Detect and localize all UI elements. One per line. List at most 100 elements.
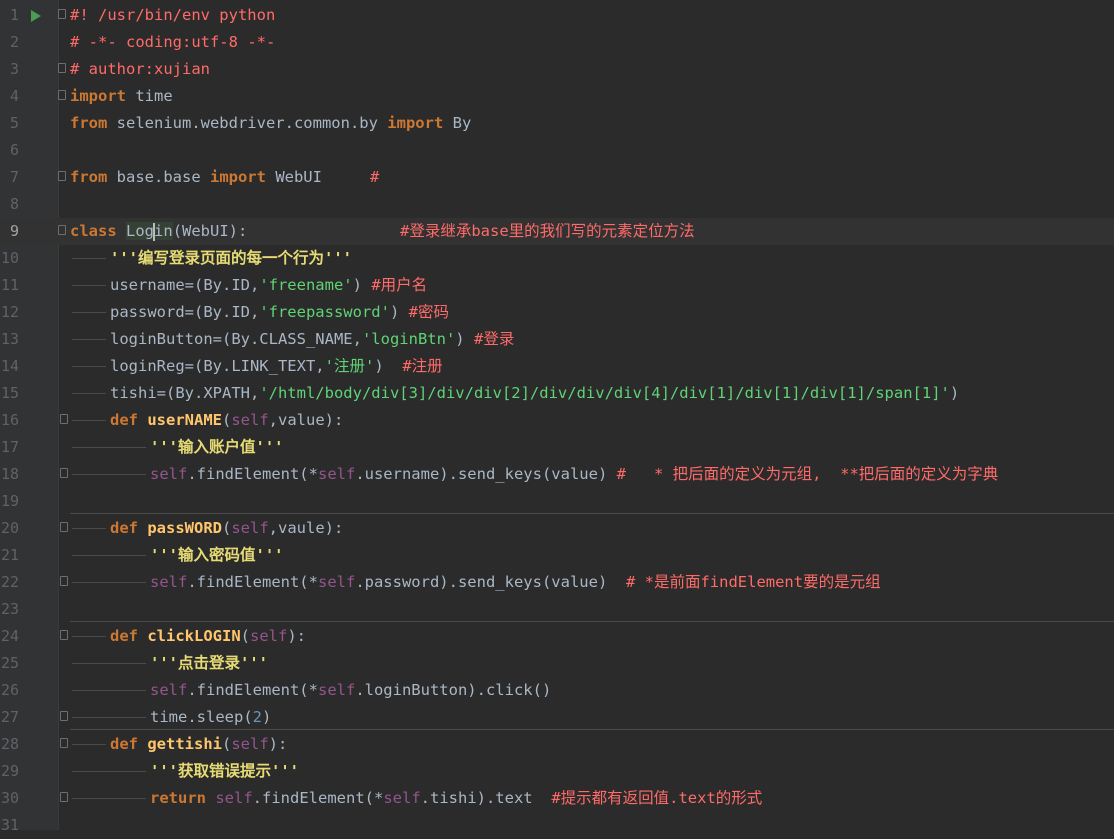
code-line-30[interactable]: 30 return self.findElement(*self.tishi).… — [0, 785, 1114, 812]
code-line-15[interactable]: 15 tishi=(By.XPATH,'/html/body/div[3]/di… — [0, 380, 1114, 407]
code-line-17[interactable]: 17 '''输入账户值''' — [0, 434, 1114, 461]
code-text: ( — [240, 627, 251, 645]
line-number: 30 — [0, 789, 19, 807]
indent-guide — [72, 528, 106, 529]
code-line-1[interactable]: 1 #! /usr/bin/env python — [0, 2, 1114, 29]
code-line-20[interactable]: 20 def passWORD(self,vaule): — [0, 515, 1114, 542]
function-name: passWORD — [147, 519, 222, 537]
code-line-27[interactable]: 27 time.sleep(2) — [0, 704, 1114, 731]
code-line-23[interactable]: 23 — [0, 596, 1114, 623]
code-line-29[interactable]: 29 '''获取错误提示''' — [0, 758, 1114, 785]
line-number: 28 — [0, 735, 19, 753]
code-text: (WebUI): — [172, 222, 248, 240]
code-text: ,vaule): — [268, 519, 344, 537]
code-text: tishi=(By.XPATH, — [110, 384, 260, 402]
code-text: ) — [389, 303, 400, 321]
code-comment: #登录继承base里的我们写的元素定位方法 — [400, 222, 695, 240]
code-line-2[interactable]: 2 # -*- coding:utf-8 -*- — [0, 29, 1114, 56]
code-line-26[interactable]: 26 self.findElement(*self.loginButton).c… — [0, 677, 1114, 704]
code-text: # -*- coding:utf-8 -*- — [70, 33, 276, 51]
code-text: time.sleep( — [150, 708, 253, 726]
code-line-13[interactable]: 13 loginButton=(By.CLASS_NAME,'loginBtn'… — [0, 326, 1114, 353]
code-line-14[interactable]: 14 loginReg=(By.LINK_TEXT,'注册') #注册 — [0, 353, 1114, 380]
self-keyword: self — [215, 789, 253, 807]
code-line-21[interactable]: 21 '''输入密码值''' — [0, 542, 1114, 569]
code-text: ) — [352, 276, 362, 294]
line-number: 16 — [0, 411, 19, 429]
fold-marker-icon[interactable] — [58, 171, 66, 181]
self-keyword: self — [250, 627, 288, 645]
fold-marker-icon[interactable] — [60, 792, 68, 802]
code-text: .loginButton).click() — [355, 681, 552, 699]
docstring: '''输入账户值''' — [150, 438, 284, 456]
code-text: ) — [374, 357, 384, 375]
fold-marker-icon[interactable] — [60, 630, 68, 640]
keyword: import — [209, 168, 266, 186]
line-number: 9 — [9, 222, 19, 240]
docstring: '''编写登录页面的每一个行为''' — [110, 249, 352, 267]
indent-guide — [72, 339, 106, 340]
line-number: 11 — [0, 276, 19, 294]
fold-marker-icon[interactable] — [60, 468, 68, 478]
code-line-4[interactable]: 4 import time — [0, 83, 1114, 110]
code-editor[interactable]: 1 #! /usr/bin/env python 2 # -*- coding:… — [0, 0, 1114, 834]
fold-marker-icon[interactable] — [58, 9, 66, 19]
docstring: '''输入密码值''' — [150, 546, 284, 564]
code-comment: #用户名 — [371, 276, 428, 294]
code-text: loginReg=(By.LINK_TEXT, — [110, 357, 325, 375]
line-number: 21 — [0, 546, 19, 564]
code-line-16[interactable]: 16 def userNAME(self,value): — [0, 407, 1114, 434]
line-number: 14 — [0, 357, 19, 375]
fold-marker-icon[interactable] — [60, 711, 68, 721]
code-text: .findElement(* — [252, 789, 384, 807]
code-text: ( — [222, 411, 232, 429]
line-number: 26 — [0, 681, 19, 699]
code-line-3[interactable]: 3 # author:xujian — [0, 56, 1114, 83]
code-line-19[interactable]: 19 — [0, 488, 1114, 515]
code-line-22[interactable]: 22 self.findElement(*self.password).send… — [0, 569, 1114, 596]
indent-guide — [72, 285, 106, 286]
fold-marker-icon[interactable] — [60, 738, 68, 748]
keyword: def — [110, 735, 138, 753]
indent-guide — [72, 555, 146, 556]
indent-guide — [72, 690, 146, 691]
fold-marker-icon[interactable] — [58, 90, 66, 100]
code-line-9[interactable]: 9 class Login(WebUI): #登录继承base里的我们写的元素定… — [0, 218, 1114, 245]
code-line-24[interactable]: 24 def clickLOGIN(self): — [0, 623, 1114, 650]
fold-marker-icon[interactable] — [58, 225, 66, 235]
line-number: 8 — [9, 195, 19, 213]
fold-marker-icon[interactable] — [60, 576, 68, 586]
code-line-25[interactable]: 25 '''点击登录''' — [0, 650, 1114, 677]
line-number: 27 — [0, 708, 19, 726]
keyword: import — [387, 114, 444, 132]
indent-guide — [72, 447, 146, 448]
function-name: gettishi — [147, 735, 222, 753]
code-line-12[interactable]: 12 password=(By.ID,'freepassword') #密码 — [0, 299, 1114, 326]
fold-marker-icon[interactable] — [58, 63, 66, 73]
line-number: 5 — [9, 114, 19, 132]
code-line-28[interactable]: 28 def gettishi(self): — [0, 731, 1114, 758]
code-line-10[interactable]: 10 '''编写登录页面的每一个行为''' — [0, 245, 1114, 272]
code-line-18[interactable]: 18 self.findElement(*self.username).send… — [0, 461, 1114, 488]
string-literal: 'freepassword' — [259, 303, 390, 321]
indent-guide — [72, 717, 146, 718]
code-line-11[interactable]: 11 username=(By.ID,'freename') #用户名 — [0, 272, 1114, 299]
line-number: 13 — [0, 330, 19, 348]
run-icon[interactable] — [31, 10, 41, 22]
fold-marker-icon[interactable] — [60, 522, 68, 532]
keyword: from — [70, 114, 108, 132]
code-line-6[interactable]: 6 — [0, 137, 1114, 164]
code-line-7[interactable]: 7 from base.base import WebUI # — [0, 164, 1114, 191]
number-literal: 2 — [252, 708, 262, 726]
code-text: .findElement(* — [187, 465, 318, 483]
string-literal: 'freename' — [259, 276, 353, 294]
keyword: def — [110, 519, 138, 537]
docstring: '''获取错误提示''' — [150, 762, 299, 780]
code-line-31[interactable]: 31 — [0, 812, 1114, 839]
code-line-8[interactable]: 8 — [0, 191, 1114, 218]
code-line-5[interactable]: 5 from selenium.webdriver.common.by impo… — [0, 110, 1114, 137]
fold-marker-icon[interactable] — [60, 414, 68, 424]
line-number: 25 — [0, 654, 19, 672]
code-comment: #密码 — [408, 303, 449, 321]
keyword: def — [110, 411, 138, 429]
